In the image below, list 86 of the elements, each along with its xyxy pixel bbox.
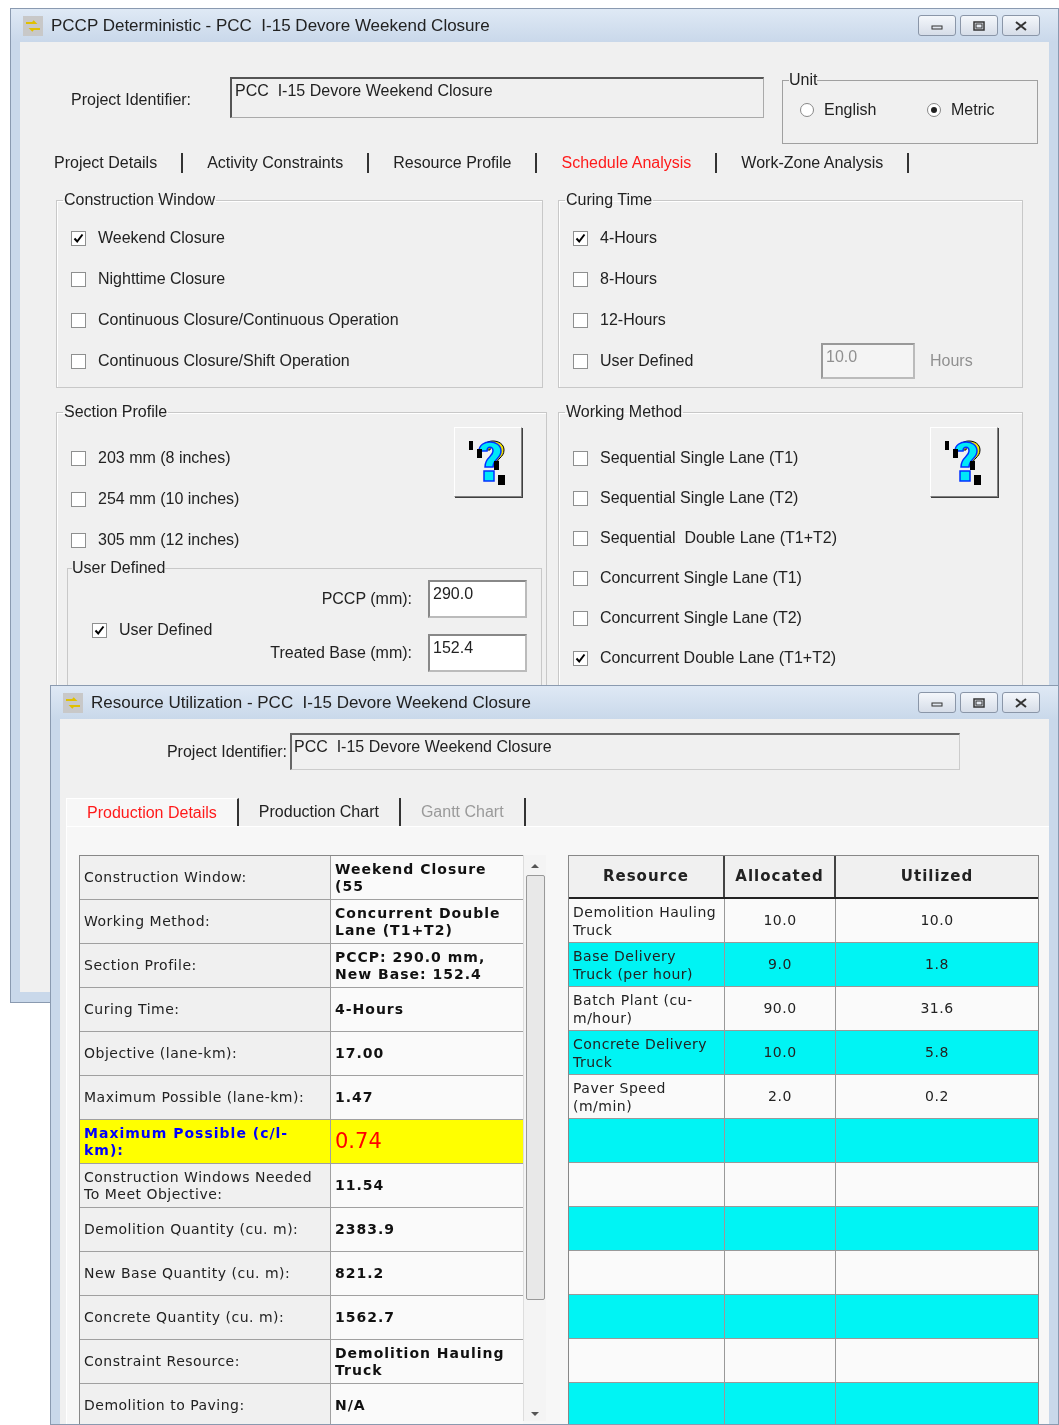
checkbox-label: 8-Hours bbox=[600, 269, 657, 289]
detail-label: Demolition Quantity (cu. m): bbox=[84, 1221, 299, 1238]
checkbox-label: 4-Hours bbox=[600, 228, 657, 248]
detail-label: Construction Windows Needed To Meet Objective: bbox=[84, 1168, 314, 1203]
detail-value: N/A bbox=[335, 1397, 366, 1414]
checkbox-label: 254 mm (10 inches) bbox=[98, 489, 240, 509]
checkbox-label: Nighttime Closure bbox=[98, 269, 226, 289]
checkbox-label: Weekend Closure bbox=[98, 228, 225, 248]
group-title: Section Profile bbox=[63, 402, 169, 422]
checkbox-label: 12-Hours bbox=[600, 310, 666, 330]
table-cell-text: 31.6 bbox=[920, 999, 954, 1018]
checkbox-label: User Defined bbox=[119, 620, 213, 640]
detail-label: Demolition to Paving: bbox=[84, 1397, 245, 1414]
field-label: Treated Base (mm): bbox=[269, 643, 412, 663]
table-cell-text: 10.0 bbox=[763, 911, 797, 930]
checkbox-label: Sequential Single Lane (T2) bbox=[600, 488, 799, 508]
detail-value: Weekend Closure (55 bbox=[335, 860, 488, 895]
table-cell-text: 9.0 bbox=[768, 955, 792, 974]
tab[interactable]: Project Details bbox=[30, 153, 184, 173]
group-title: Working Method bbox=[565, 402, 684, 422]
radio-label: English bbox=[824, 100, 877, 120]
checkbox-label: Concurrent Double Lane (T1+T2) bbox=[600, 648, 837, 668]
detail-value: 1.47 bbox=[335, 1089, 374, 1106]
project-identifier-field[interactable]: PCC I-15 Devore Weekend Closure bbox=[290, 733, 960, 770]
detail-value: PCCP: 290.0 mm, New Base: 152.4 bbox=[335, 948, 487, 983]
group-title: Construction Window bbox=[63, 190, 217, 210]
table-cell-text: 10.0 bbox=[920, 911, 954, 930]
detail-label: Concrete Quantity (cu. m): bbox=[84, 1309, 285, 1326]
group-title: Curing Time bbox=[565, 190, 654, 210]
checkbox-label: Sequential Single Lane (T1) bbox=[600, 448, 799, 468]
table-cell-text: 10.0 bbox=[763, 1043, 797, 1062]
detail-label: New Base Quantity (cu. m): bbox=[84, 1265, 291, 1282]
detail-value: 1562.7 bbox=[335, 1309, 396, 1326]
table-cell-text: Batch Plant (cu-m/hour) bbox=[573, 990, 694, 1027]
detail-label: Working Method: bbox=[84, 913, 211, 930]
checkbox-label: 203 mm (8 inches) bbox=[98, 448, 231, 468]
checkbox-label: Concurrent Single Lane (T2) bbox=[600, 608, 802, 628]
detail-label: Constraint Resource: bbox=[84, 1353, 240, 1370]
detail-label: Objective (lane-km): bbox=[84, 1045, 238, 1062]
checkbox-label: Continuous Closure/Shift Operation bbox=[98, 351, 350, 371]
detail-value: 17.00 bbox=[335, 1045, 385, 1062]
table-cell-text: Concrete Delivery Truck bbox=[573, 1034, 709, 1071]
detail-label: Maximum Possible (lane-km): bbox=[84, 1089, 305, 1106]
checkbox-label: Continuous Closure/Continuous Operation bbox=[98, 310, 399, 330]
table-cell-text: Demolition Hauling Truck bbox=[573, 902, 718, 939]
field-label: Project Identifier: bbox=[71, 90, 193, 110]
table-cell-text: 1.8 bbox=[925, 955, 949, 974]
tab[interactable]: Production Details bbox=[66, 798, 239, 826]
detail-value: Demolition Hauling Truck bbox=[335, 1344, 506, 1379]
table-cell-text: Paver Speed (m/min) bbox=[573, 1078, 667, 1115]
detail-value: 11.54 bbox=[335, 1177, 385, 1194]
group-title: User Defined bbox=[72, 558, 166, 578]
field-label: Project Identifier: bbox=[165, 741, 288, 762]
group-title: Unit bbox=[789, 70, 818, 90]
detail-label: Curing Time: bbox=[84, 1001, 180, 1018]
detail-value: 2383.9 bbox=[335, 1221, 396, 1238]
detail-value: 0.74 bbox=[335, 1127, 382, 1155]
table-cell-text: 0.2 bbox=[925, 1087, 949, 1106]
radio-label: Metric bbox=[951, 100, 995, 120]
tab[interactable]: Work-Zone Analysis bbox=[717, 153, 910, 173]
column-header: Allocated bbox=[725, 856, 836, 897]
window-title: PCCP Deterministic - PCC I-15 Devore Weekend Closure bbox=[51, 14, 491, 37]
column-header: Resource bbox=[569, 856, 725, 897]
input-field[interactable]: 152.4 bbox=[428, 634, 527, 672]
checkbox-label: Sequential Double Lane (T1+T2) bbox=[600, 528, 838, 548]
table-cell-text: 5.8 bbox=[925, 1043, 949, 1062]
column-header: Utilized bbox=[899, 866, 975, 888]
unit-label: Hours bbox=[930, 351, 973, 371]
table-cell-text: 2.0 bbox=[768, 1087, 792, 1106]
detail-value: Concurrent Double Lane (T1+T2) bbox=[335, 904, 502, 939]
detail-label: Maximum Possible (c/l-km): bbox=[84, 1124, 290, 1159]
tab[interactable]: Activity Constraints bbox=[183, 153, 370, 173]
detail-value: 4-Hours bbox=[335, 1001, 405, 1018]
tab[interactable]: Resource Profile bbox=[369, 153, 538, 173]
checkbox-label: Concurrent Single Lane (T1) bbox=[600, 568, 802, 588]
field-label: PCCP (mm): bbox=[320, 589, 412, 609]
input-field[interactable]: 290.0 bbox=[428, 580, 527, 618]
window-title: Resource Utilization - PCC I-15 Devore Weekend Closure bbox=[91, 691, 532, 714]
project-identifier-field[interactable]: PCC I-15 Devore Weekend Closure bbox=[230, 77, 764, 118]
detail-value: 821.2 bbox=[335, 1265, 385, 1282]
detail-label: Section Profile: bbox=[84, 957, 197, 974]
checkbox-label: 305 mm (12 inches) bbox=[98, 530, 240, 550]
detail-label: Construction Window: bbox=[84, 869, 247, 886]
table-cell-text: 90.0 bbox=[763, 999, 797, 1018]
table-cell-text: Base Delivery Truck (per hour) bbox=[573, 946, 695, 983]
checkbox-label: User Defined bbox=[600, 351, 694, 371]
